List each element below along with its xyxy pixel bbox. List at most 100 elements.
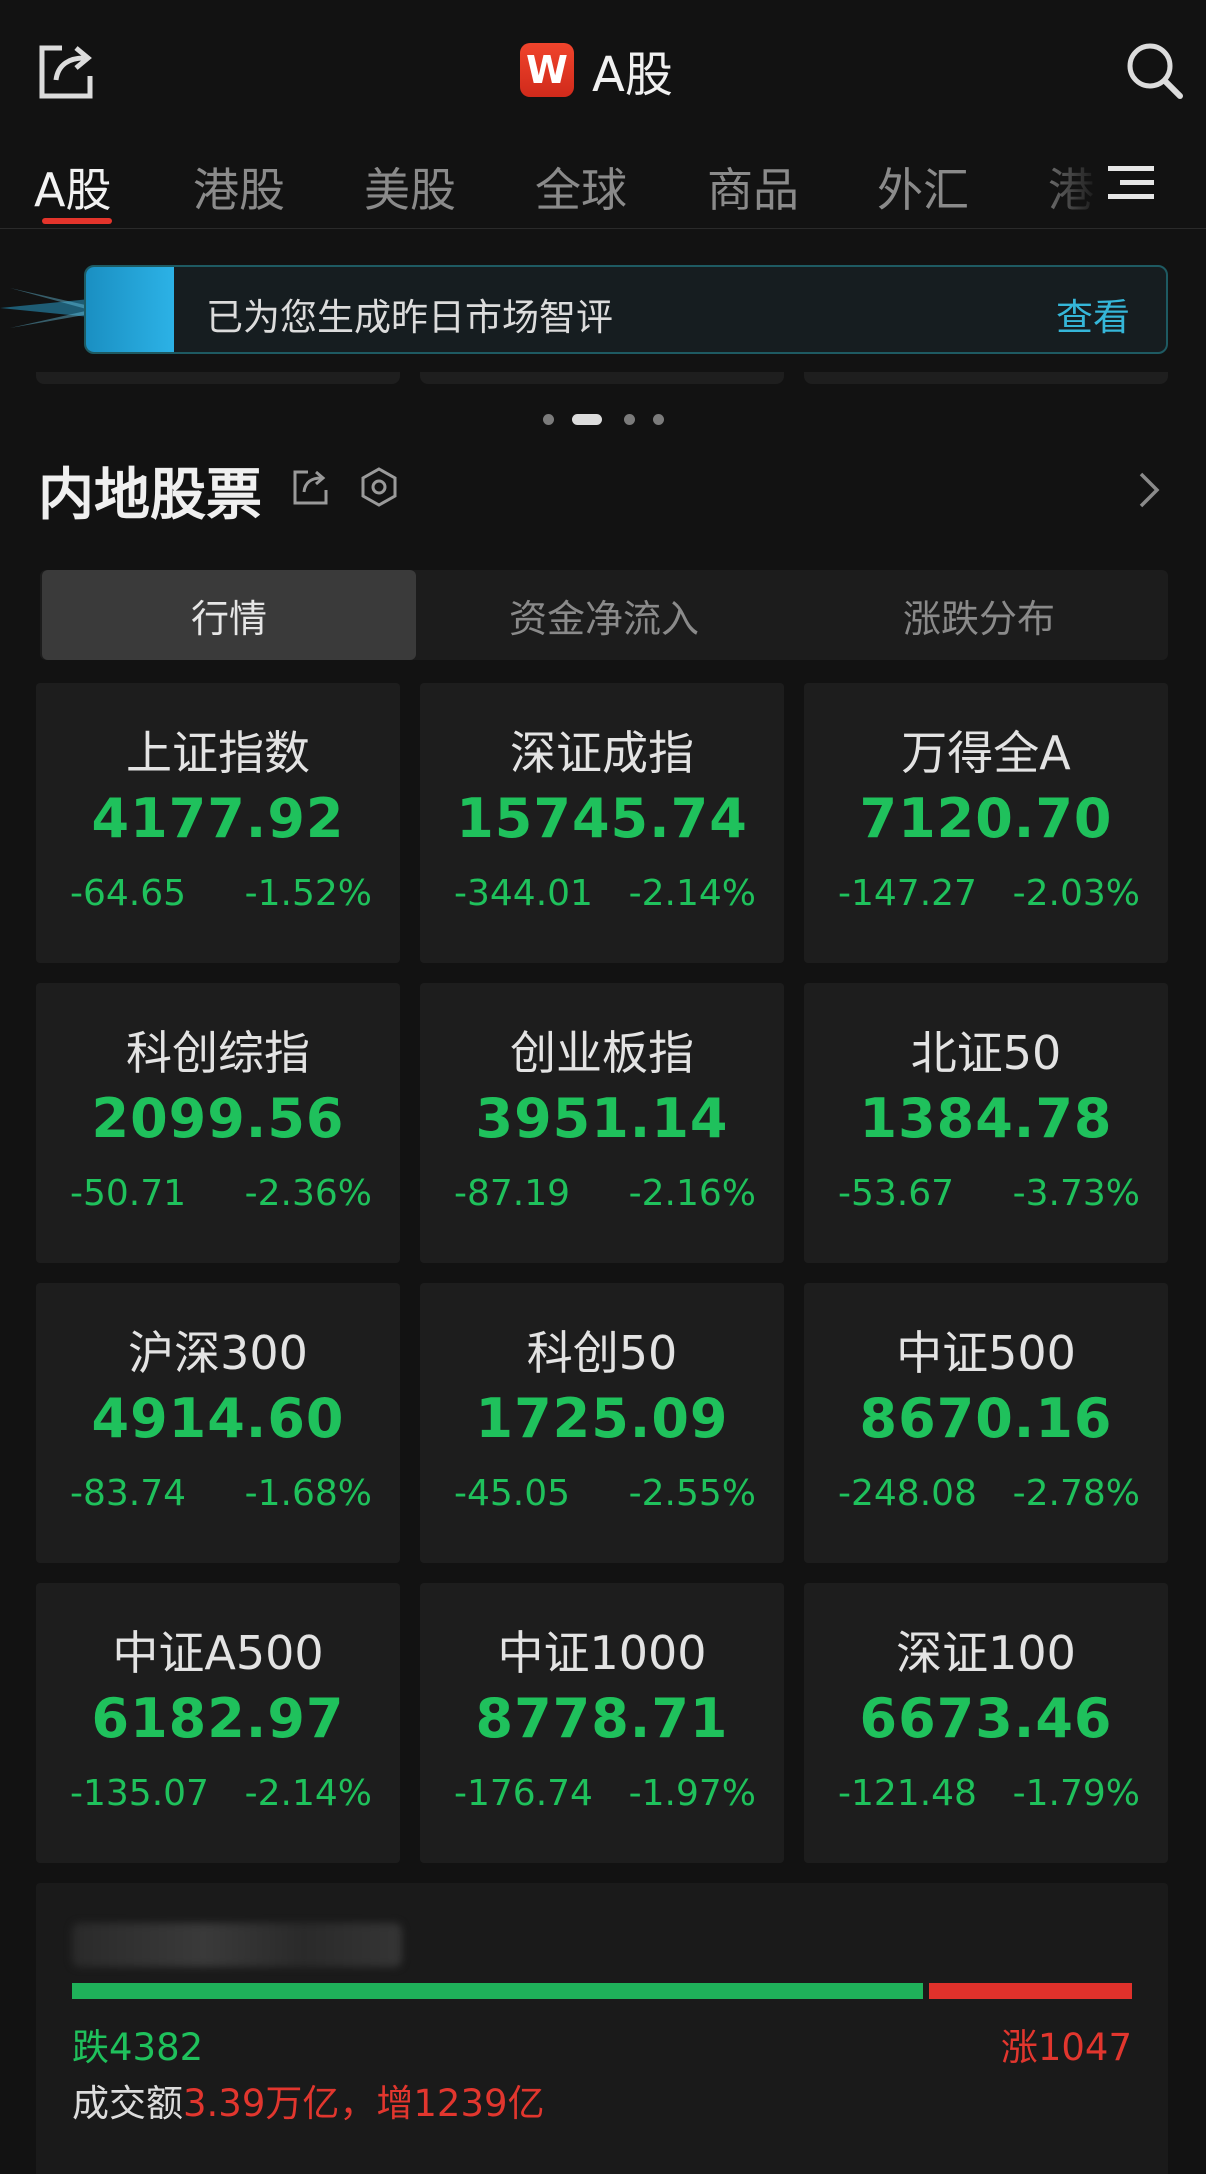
index-change-percent: -1.79% <box>1012 1773 1140 1814</box>
carousel-dot[interactable] <box>624 414 635 425</box>
tab-a-shares[interactable]: A股 <box>34 154 111 220</box>
search-icon[interactable] <box>1124 40 1184 100</box>
index-card[interactable]: 万得全A 7120.70 -147.27 -2.03% <box>804 683 1168 963</box>
index-card[interactable]: 创业板指 3951.14 -87.19 -2.16% <box>420 983 784 1263</box>
index-change-percent: -2.36% <box>244 1173 372 1214</box>
index-change-percent: -2.55% <box>628 1473 756 1514</box>
index-price: 1384.78 <box>859 1087 1113 1150</box>
settings-hexagon-icon[interactable] <box>358 466 400 508</box>
index-change-percent: -2.78% <box>1012 1473 1140 1514</box>
banner-accent <box>86 267 174 352</box>
banner-text: 已为您生成昨日市场智评 <box>206 296 613 339</box>
index-name: 北证50 <box>910 1026 1062 1080</box>
carousel-dot-active[interactable] <box>572 414 602 425</box>
tab-hk-shares[interactable]: 港股 <box>193 154 285 220</box>
turnover-text: 成交额3.39万亿，增1239亿 <box>72 2073 545 2127</box>
index-change: -248.08 <box>838 1473 977 1514</box>
index-price: 2099.56 <box>91 1087 345 1150</box>
active-tab-indicator <box>42 218 112 224</box>
index-name: 中证500 <box>896 1326 1076 1380</box>
index-price: 8778.71 <box>475 1687 729 1750</box>
segment-quotes[interactable]: 行情 <box>42 570 416 660</box>
index-card[interactable]: 上证指数 4177.92 -64.65 -1.52% <box>36 683 400 963</box>
section-title: 内地股票 <box>38 463 262 528</box>
index-card[interactable]: 中证1000 8778.71 -176.74 -1.97% <box>420 1583 784 1863</box>
index-price: 4177.92 <box>91 787 345 850</box>
view-segmented-control: 行情 资金净流入 涨跌分布 <box>40 570 1168 660</box>
carousel-card-peek <box>804 372 1168 384</box>
turnover-value: 3.39万亿，增1239亿 <box>183 2082 545 2125</box>
banner-view-link[interactable]: 查看 <box>1056 287 1130 341</box>
index-card[interactable]: 沪深300 4914.60 -83.74 -1.68% <box>36 1283 400 1563</box>
index-change-percent: -3.73% <box>1012 1173 1140 1214</box>
index-card[interactable]: 北证50 1384.78 -53.67 -3.73% <box>804 983 1168 1263</box>
index-change: -147.27 <box>838 873 977 914</box>
index-change: -64.65 <box>70 873 187 914</box>
tab-global[interactable]: 全球 <box>535 154 627 220</box>
index-change-percent: -2.14% <box>244 1773 372 1814</box>
turnover-label: 成交额 <box>72 2082 183 2125</box>
segment-distribution[interactable]: 涨跌分布 <box>792 570 1166 660</box>
index-name: 中证1000 <box>497 1626 707 1680</box>
market-breadth-panel[interactable]: 跌4382 涨1047 成交额3.39万亿，增1239亿 <box>36 1883 1168 2174</box>
index-card[interactable]: 科创50 1725.09 -45.05 -2.55% <box>420 1283 784 1563</box>
index-card[interactable]: 深证成指 15745.74 -344.01 -2.14% <box>420 683 784 963</box>
index-name: 中证A500 <box>112 1626 324 1680</box>
index-card[interactable]: 中证A500 6182.97 -135.07 -2.14% <box>36 1583 400 1863</box>
tab-commodities[interactable]: 商品 <box>707 154 799 220</box>
index-change: -121.48 <box>838 1773 977 1814</box>
index-name: 万得全A <box>901 726 1071 780</box>
menu-icon[interactable] <box>1108 162 1154 202</box>
segment-net-inflow[interactable]: 资金净流入 <box>417 570 791 660</box>
index-change-percent: -2.16% <box>628 1173 756 1214</box>
index-change-percent: -1.68% <box>244 1473 372 1514</box>
index-name: 科创50 <box>526 1326 678 1380</box>
index-price: 4914.60 <box>91 1387 345 1450</box>
ai-commentary-banner[interactable]: 已为您生成昨日市场智评 查看 <box>84 265 1168 354</box>
tab-forex[interactable]: 外汇 <box>877 154 969 220</box>
blurred-heading <box>72 1923 402 1967</box>
index-price: 6673.46 <box>859 1687 1113 1750</box>
carousel-dot[interactable] <box>543 414 554 425</box>
index-change: -344.01 <box>454 873 593 914</box>
index-name: 深证100 <box>896 1626 1076 1680</box>
share-export-icon[interactable] <box>36 40 98 102</box>
top-bar: W A股 <box>0 0 1206 130</box>
index-name: 上证指数 <box>126 726 310 780</box>
page-title: A股 <box>592 47 673 103</box>
index-name: 沪深300 <box>128 1326 308 1380</box>
index-change: -50.71 <box>70 1173 187 1214</box>
tab-us-shares[interactable]: 美股 <box>364 154 456 220</box>
decliners-count: 跌4382 <box>72 2026 204 2069</box>
index-change-percent: -1.97% <box>628 1773 756 1814</box>
index-price: 7120.70 <box>859 787 1113 850</box>
decliners-bar <box>72 1983 923 1999</box>
index-card[interactable]: 科创综指 2099.56 -50.71 -2.36% <box>36 983 400 1263</box>
index-change-percent: -2.03% <box>1012 873 1140 914</box>
index-change: -53.67 <box>838 1173 955 1214</box>
index-price: 8670.16 <box>859 1387 1113 1450</box>
chevron-right-icon[interactable] <box>1136 470 1162 510</box>
index-card[interactable]: 中证500 8670.16 -248.08 -2.78% <box>804 1283 1168 1563</box>
index-name: 深证成指 <box>510 726 694 780</box>
index-change: -135.07 <box>70 1773 209 1814</box>
carousel-card-peek <box>36 372 400 384</box>
index-card[interactable]: 深证100 6673.46 -121.48 -1.79% <box>804 1583 1168 1863</box>
advancers-bar <box>929 1983 1132 1999</box>
index-name: 创业板指 <box>510 1026 694 1080</box>
market-tabs: A股 港股 美股 全球 商品 外汇 港 <box>0 140 1206 229</box>
carousel-card-peek <box>420 372 784 384</box>
index-price: 15745.74 <box>456 787 748 850</box>
index-change: -83.74 <box>70 1473 187 1514</box>
index-price: 3951.14 <box>475 1087 729 1150</box>
index-change-percent: -1.52% <box>244 873 372 914</box>
index-change: -176.74 <box>454 1773 593 1814</box>
carousel-dot[interactable] <box>653 414 664 425</box>
index-change: -45.05 <box>454 1473 571 1514</box>
index-price: 6182.97 <box>91 1687 345 1750</box>
share-icon[interactable] <box>292 468 330 506</box>
advancers-count: 涨1047 <box>1000 2026 1132 2069</box>
index-change: -87.19 <box>454 1173 571 1214</box>
app-title: W A股 <box>520 38 673 103</box>
index-change-percent: -2.14% <box>628 873 756 914</box>
